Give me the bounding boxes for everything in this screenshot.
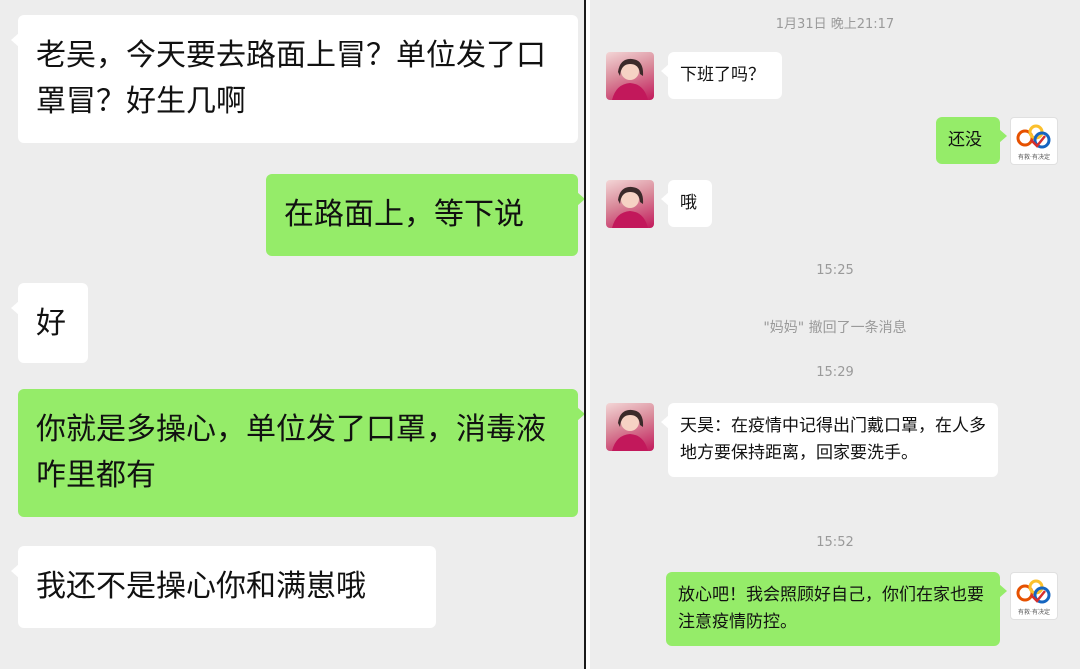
right-chat-panel: 1月31日 晚上21:17 下班了吗？ 还没 有救·有决定 哦 15:25 "妈… <box>590 0 1080 669</box>
timestamp: 15:52 <box>816 535 854 550</box>
mom-avatar-icon[interactable] <box>606 403 654 451</box>
timestamp: 15:25 <box>816 263 854 278</box>
message-bubble-incoming[interactable]: 下班了吗？ <box>661 52 782 99</box>
timestamp: 15:29 <box>816 365 854 380</box>
timestamp: 1月31日 晚上21:17 <box>775 17 895 32</box>
message-bubble-incoming[interactable]: 好 <box>11 283 88 363</box>
message-bubble-outgoing[interactable]: 你就是多操心，单位发了口罩，消毒液咋里都有 <box>18 389 584 517</box>
message-bubble-incoming[interactable]: 我还不是操心你和满崽哦 <box>11 546 436 628</box>
message-bubble-outgoing[interactable]: 放心吧！我会照顾好自己，你们在家也要注意疫情防控。 <box>666 572 1007 646</box>
user-avatar-logo-icon[interactable]: 有救·有决定 <box>1010 117 1058 165</box>
left-chat-panel: 老吴，今天要去路面上冒？单位发了口罩冒？好生几啊 在路面上，等下说 好 你就是多… <box>0 0 584 669</box>
user-avatar-logo-icon[interactable]: 有救·有决定 <box>1010 572 1058 620</box>
message-bubble-incoming[interactable]: 哦 <box>661 180 712 227</box>
avatar-caption: 有救·有决定 <box>1018 154 1050 161</box>
message-bubble-outgoing[interactable]: 在路面上，等下说 <box>266 174 584 256</box>
message-bubble-outgoing[interactable]: 还没 <box>936 117 1007 164</box>
message-bubble-incoming[interactable]: 天昊：在疫情中记得出门戴口罩，在人多地方要保持距离，回家要洗手。 <box>661 403 998 477</box>
message-bubble-incoming[interactable]: 老吴，今天要去路面上冒？单位发了口罩冒？好生几啊 <box>11 15 578 143</box>
mom-avatar-icon[interactable] <box>606 52 654 100</box>
recall-notice: "妈妈" 撤回了一条消息 <box>763 320 907 336</box>
panel-divider <box>584 0 586 669</box>
avatar-caption: 有救·有决定 <box>1018 609 1050 616</box>
mom-avatar-icon[interactable] <box>606 180 654 228</box>
